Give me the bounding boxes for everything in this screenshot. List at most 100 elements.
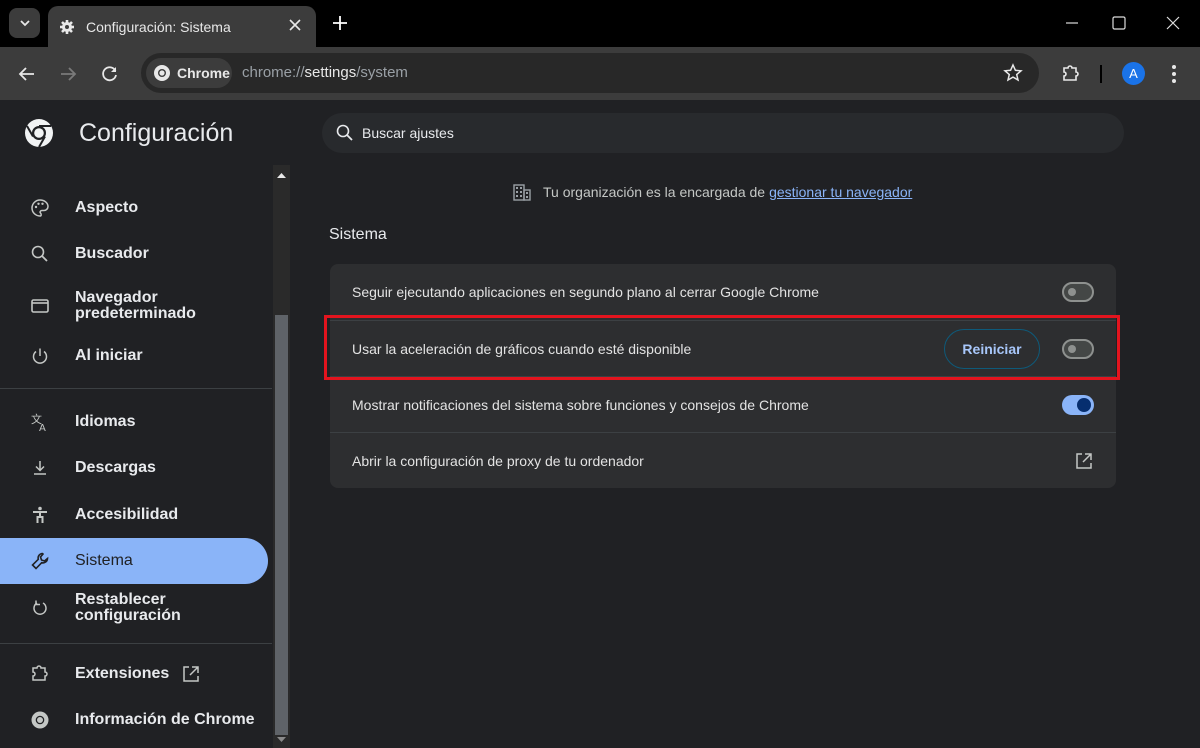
- sidebar-nav: Rendimiento Aspecto Buscador Navegador p…: [0, 164, 272, 748]
- toolbar: Chrome chrome://settings/system A: [0, 47, 1200, 100]
- sidebar-item-label: Idiomas: [75, 413, 136, 430]
- close-window-icon[interactable]: [1164, 14, 1182, 32]
- toggle-knob: [1068, 288, 1076, 296]
- browser-window-icon: [31, 299, 49, 313]
- minimize-icon[interactable]: [1063, 14, 1081, 32]
- setting-row-background-apps: Seguir ejecutando aplicaciones en segund…: [330, 264, 1116, 320]
- search-icon: [31, 245, 48, 262]
- setting-label: Mostrar notificaciones del sistema sobre…: [352, 397, 809, 413]
- tab-title: Configuración: Sistema: [86, 18, 231, 35]
- chrome-icon: [31, 711, 49, 729]
- setting-row-notifications: Mostrar notificaciones del sistema sobre…: [330, 376, 1116, 432]
- sidebar-item-label: Al iniciar: [75, 347, 143, 364]
- url-host: settings: [304, 64, 357, 81]
- tab-settings[interactable]: Configuración: Sistema: [48, 6, 316, 47]
- url-scheme: chrome://: [242, 64, 305, 81]
- toggle-knob: [1077, 398, 1091, 412]
- system-settings-card: Seguir ejecutando aplicaciones en segund…: [330, 264, 1116, 488]
- title-bar: Configuración: Sistema: [0, 0, 1200, 47]
- settings-title: Configuración: [79, 118, 234, 147]
- sidebar-divider: [0, 388, 272, 389]
- back-icon[interactable]: [17, 64, 37, 84]
- setting-label: Abrir la configuración de proxy de tu or…: [352, 453, 644, 469]
- sidebar-item-accesibilidad[interactable]: Accesibilidad: [0, 491, 268, 539]
- managed-notice: Tu organización es la encargada de gesti…: [512, 182, 912, 202]
- chrome-icon: [154, 65, 170, 81]
- palette-icon: [31, 199, 49, 217]
- sidebar-item-navegador-predeterminado[interactable]: Navegador predeterminado: [0, 282, 268, 330]
- close-tab-icon[interactable]: [288, 18, 302, 32]
- svg-text:A: A: [39, 423, 46, 432]
- sidebar-item-al-iniciar[interactable]: Al iniciar: [0, 332, 268, 380]
- search-placeholder: Buscar ajustes: [362, 125, 454, 141]
- external-link-icon[interactable]: [1074, 451, 1094, 471]
- reset-icon: [33, 600, 47, 615]
- notifications-toggle[interactable]: [1062, 395, 1094, 415]
- sidebar-item-sistema[interactable]: Sistema: [0, 538, 268, 584]
- gear-icon: [60, 19, 74, 34]
- search-settings-input[interactable]: Buscar ajustes: [322, 113, 1124, 153]
- site-info-chip[interactable]: Chrome: [146, 58, 232, 88]
- sidebar-item-label: Descargas: [75, 459, 156, 476]
- sidebar-item-aspecto[interactable]: Aspecto: [0, 184, 268, 232]
- site-chip-label: Chrome: [177, 65, 230, 81]
- setting-row-hardware-acceleration: Usar la aceleración de gráficos cuando e…: [330, 320, 1116, 376]
- managed-text: Tu organización es la encargada de: [543, 184, 766, 200]
- setting-label: Seguir ejecutando aplicaciones en segund…: [352, 284, 819, 300]
- sidebar-item-label: Información de Chrome: [75, 711, 255, 728]
- setting-row-proxy[interactable]: Abrir la configuración de proxy de tu or…: [330, 432, 1116, 488]
- sidebar-item-extensiones[interactable]: Extensiones: [0, 650, 268, 698]
- sidebar-item-label: Navegador predeterminado: [75, 289, 196, 322]
- background-apps-toggle[interactable]: [1062, 282, 1094, 302]
- sidebar-item-informacion[interactable]: Información de Chrome: [0, 696, 268, 744]
- extensions-puzzle-icon[interactable]: [1060, 63, 1082, 85]
- sidebar-item-label: Sistema: [75, 552, 133, 569]
- sidebar-item-restablecer[interactable]: Restablecer configuración: [0, 584, 268, 632]
- scrollbar-thumb[interactable]: [275, 315, 288, 735]
- toolbar-separator: [1100, 65, 1102, 83]
- setting-label: Usar la aceleración de gráficos cuando e…: [352, 341, 692, 357]
- url-path: /system: [356, 64, 408, 81]
- hardware-acceleration-toggle[interactable]: [1062, 339, 1094, 359]
- section-title: Sistema: [329, 226, 387, 243]
- profile-avatar[interactable]: A: [1122, 62, 1145, 85]
- scroll-down-icon[interactable]: [276, 736, 287, 744]
- tab-search-button[interactable]: [9, 8, 40, 38]
- url-text[interactable]: chrome://settings/system: [242, 64, 408, 81]
- search-icon: [336, 124, 353, 141]
- address-bar[interactable]: Chrome chrome://settings/system: [141, 53, 1039, 93]
- sidebar-item-label: Aspecto: [75, 199, 139, 216]
- bookmark-star-icon[interactable]: [1003, 63, 1023, 83]
- sidebar-item-label: Buscador: [75, 245, 149, 262]
- forward-icon[interactable]: [58, 64, 78, 84]
- translate-icon: 文A: [31, 412, 46, 432]
- accessibility-icon: [33, 506, 47, 523]
- sidebar-item-label: Accesibilidad: [75, 506, 179, 523]
- download-icon: [34, 461, 46, 475]
- sidebar-item-buscador[interactable]: Buscador: [0, 230, 268, 278]
- power-icon: [32, 348, 48, 364]
- chevron-down-icon: [19, 20, 30, 27]
- maximize-icon[interactable]: [1110, 14, 1128, 32]
- settings-page: Configuración Rendimiento Aspecto Buscad…: [0, 100, 1200, 748]
- toggle-knob: [1068, 345, 1076, 353]
- reload-icon[interactable]: [100, 64, 120, 84]
- sidebar: Configuración Rendimiento Aspecto Buscad…: [0, 100, 290, 748]
- sidebar-item-label: Extensiones: [75, 665, 170, 682]
- manage-browser-link[interactable]: gestionar tu navegador: [769, 184, 912, 200]
- sidebar-item-idiomas[interactable]: 文A Idiomas: [0, 398, 268, 446]
- chrome-logo-icon: [25, 119, 53, 148]
- wrench-icon: [31, 552, 49, 570]
- external-link-icon: [183, 666, 199, 682]
- sidebar-item-rendimiento[interactable]: Rendimiento: [0, 164, 268, 170]
- more-menu-icon[interactable]: [1167, 63, 1181, 85]
- new-tab-icon[interactable]: [331, 14, 349, 32]
- sidebar-item-label: Restablecer configuración: [75, 591, 181, 624]
- sidebar-divider: [0, 643, 272, 644]
- puzzle-icon: [32, 665, 48, 681]
- sidebar-item-descargas[interactable]: Descargas: [0, 444, 268, 492]
- scroll-up-icon[interactable]: [276, 171, 287, 179]
- building-icon: [513, 184, 531, 201]
- settings-brand: Configuración: [24, 118, 233, 148]
- restart-button[interactable]: Reiniciar: [944, 329, 1040, 369]
